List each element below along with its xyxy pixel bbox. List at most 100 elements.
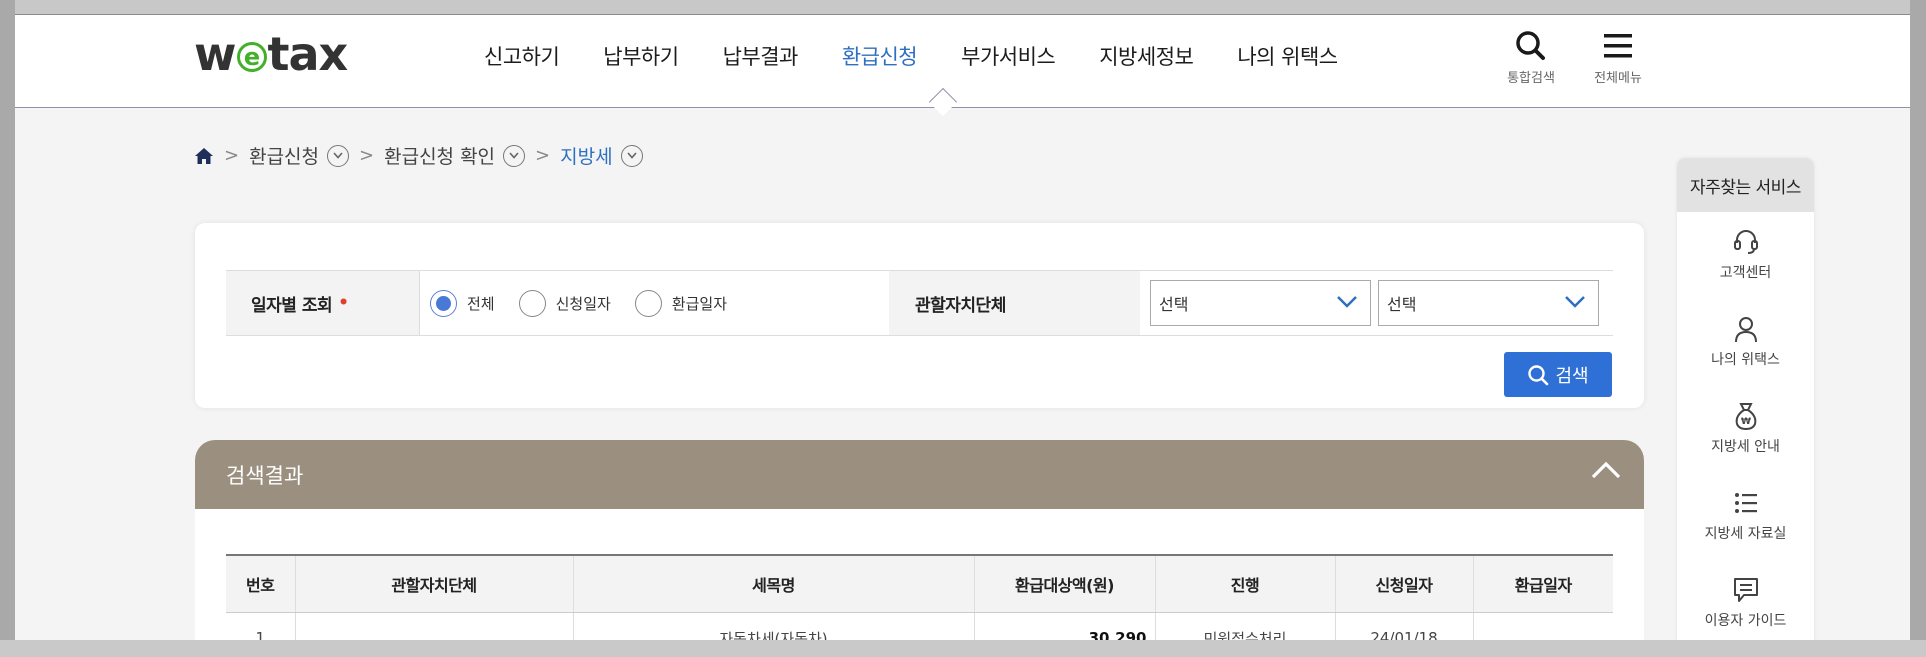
sidebar-item-local-tax-library[interactable]: 지방세 자료실 <box>1677 473 1814 560</box>
search-button-label: 검색 <box>1555 365 1589 387</box>
date-radio-group: 전체 신청일자 환급일자 <box>419 271 889 335</box>
chevron-down-icon <box>1565 296 1585 308</box>
breadcrumb: > 환급신청 > 환급신청 확인 > 지방세 <box>194 142 643 169</box>
search-icon <box>1528 364 1549 385</box>
table-header-row: 번호 관할자치단체 세목명 환급대상액(원) 진행 신청일자 환급일자 <box>226 554 1613 613</box>
chevron-right-icon: > <box>224 145 240 166</box>
required-mark: • <box>338 293 349 313</box>
menu-label: 전체메뉴 <box>1594 71 1642 86</box>
region-selects: 선택 선택 <box>1140 271 1599 335</box>
col-header-apply-date: 신청일자 <box>1334 554 1473 613</box>
all-menu-button[interactable]: 전체메뉴 <box>1583 29 1653 86</box>
results-header: 검색결과 <box>195 440 1644 509</box>
quick-service-sidebar: 자주찾는 서비스 고객센터 나의 위택스 ₩ 지방세 안내 지방세 자료실 이용… <box>1677 158 1814 640</box>
filter-row: 일자별 조회 • 전체 신청일자 환급일자 관할자치단체 선택 선택 <box>226 270 1613 336</box>
col-header-no: 번호 <box>226 554 295 613</box>
nav-item-extra-service[interactable]: 부가서비스 <box>961 41 1056 71</box>
window-frame-bottom <box>0 640 1926 657</box>
region-filter-label-text: 관할자치단체 <box>915 295 1006 316</box>
sidebar-item-label: 이용자 가이드 <box>1704 613 1787 629</box>
breadcrumb-item-refund-check[interactable]: 환급신청 확인 <box>384 142 526 169</box>
radio-label: 환급일자 <box>671 294 728 313</box>
results-title: 검색결과 <box>226 463 304 488</box>
nav-item-pay[interactable]: 납부하기 <box>603 41 679 71</box>
chevron-down-icon <box>1337 296 1357 308</box>
results-panel: 검색결과 번호 관할자치단체 세목명 환급대상액(원) 진행 신청일자 환급일자 <box>195 440 1644 640</box>
col-header-amount: 환급대상액(원) <box>973 554 1155 613</box>
chevron-right-icon: > <box>535 145 551 166</box>
radio-circle-checked[interactable] <box>430 289 457 317</box>
main-nav: 신고하기 납부하기 납부결과 환급신청 부가서비스 지방세정보 나의 위택스 <box>484 41 1382 71</box>
radio-label: 신청일자 <box>555 294 611 313</box>
select-value: 선택 <box>1159 295 1189 314</box>
select-value: 선택 <box>1387 295 1417 314</box>
col-header-region: 관할자치단체 <box>294 554 573 613</box>
logo-w: w <box>194 27 236 81</box>
radio-all[interactable]: 전체 <box>430 289 495 317</box>
col-header-status: 진행 <box>1154 554 1335 613</box>
sidebar-item-customer-center[interactable]: 고객센터 <box>1677 212 1814 299</box>
col-header-refund-date: 환급일자 <box>1472 554 1613 613</box>
nav-item-report[interactable]: 신고하기 <box>484 41 560 71</box>
collapse-toggle[interactable] <box>1590 460 1622 485</box>
sidebar-item-label: 고객센터 <box>1719 265 1772 281</box>
window-frame-top <box>0 0 1926 15</box>
breadcrumb-label: 지방세 <box>560 146 613 168</box>
sidebar-item-local-tax-guide[interactable]: ₩ 지방세 안내 <box>1677 386 1814 473</box>
site-header: w e tax 신고하기 납부하기 납부결과 환급신청 부가서비스 지방세정보 나의… <box>15 15 1910 117</box>
breadcrumb-label: 환급신청 확인 <box>384 146 496 168</box>
chevron-down-icon[interactable] <box>620 144 643 167</box>
chevron-right-icon: > <box>359 145 375 166</box>
col-header-tax-name: 세목명 <box>572 554 974 613</box>
sidebar-item-label: 나의 위택스 <box>1711 352 1780 368</box>
results-table: 번호 관할자치단체 세목명 환급대상액(원) 진행 신청일자 환급일자 1 자동… <box>226 554 1613 640</box>
home-icon[interactable] <box>194 147 214 165</box>
chevron-down-icon[interactable] <box>327 144 350 167</box>
nav-item-refund[interactable]: 환급신청 <box>842 41 918 71</box>
search-button[interactable]: 검색 <box>1504 352 1612 397</box>
cell-apply-date: 24/01/18 <box>1334 612 1473 640</box>
chevron-up-icon <box>1591 461 1621 479</box>
region-select-1[interactable]: 선택 <box>1150 280 1371 326</box>
search-panel: 일자별 조회 • 전체 신청일자 환급일자 관할자치단체 선택 선택 검색 <box>195 223 1644 408</box>
radio-circle[interactable] <box>518 289 546 317</box>
active-nav-caret <box>928 87 958 117</box>
radio-apply-date[interactable]: 신청일자 <box>518 289 611 317</box>
cell-refund-date <box>1472 612 1613 640</box>
date-filter-label: 일자별 조회 • <box>226 271 419 335</box>
cell-no: 1 <box>226 612 295 640</box>
search-label: 통합검색 <box>1507 71 1555 86</box>
nav-item-local-tax-info[interactable]: 지방세정보 <box>1099 41 1194 71</box>
cell-status: 민원접수처리 <box>1154 612 1335 640</box>
headset-icon <box>1733 230 1758 254</box>
chat-bubble-icon <box>1733 578 1758 602</box>
integrated-search-button[interactable]: 통합검색 <box>1496 29 1566 86</box>
logo-e-circle: e <box>236 42 267 72</box>
cell-amount: 30,290 <box>973 612 1155 640</box>
money-bag-icon: ₩ <box>1735 403 1756 430</box>
date-filter-label-text: 일자별 조회 <box>251 295 333 316</box>
list-icon <box>1734 493 1757 513</box>
nav-item-my-wetax[interactable]: 나의 위택스 <box>1237 41 1338 71</box>
cell-region <box>294 612 573 640</box>
radio-refund-date[interactable]: 환급일자 <box>634 289 728 317</box>
sidebar-item-user-guide[interactable]: 이용자 가이드 <box>1677 560 1814 640</box>
window-frame-right <box>1910 0 1926 657</box>
cell-tax-name[interactable]: 자동차세(자동차) <box>572 612 974 640</box>
region-select-2[interactable]: 선택 <box>1378 280 1599 326</box>
logo-tax: tax <box>267 27 349 81</box>
region-filter-label: 관할자치단체 <box>889 271 1140 335</box>
sidebar-item-label: 지방세 자료실 <box>1704 526 1787 542</box>
chevron-down-icon[interactable] <box>503 144 526 167</box>
hamburger-icon <box>1604 34 1632 58</box>
table-row[interactable]: 1 자동차세(자동차) 30,290 민원접수처리 24/01/18 <box>226 612 1613 640</box>
nav-item-pay-result[interactable]: 납부결과 <box>723 41 799 71</box>
breadcrumb-item-local-tax[interactable]: 지방세 <box>560 142 643 169</box>
sidebar-item-label: 지방세 안내 <box>1711 439 1780 455</box>
breadcrumb-item-refund[interactable]: 환급신청 <box>249 142 350 169</box>
wetax-logo[interactable]: w e tax <box>194 27 348 81</box>
sidebar-item-my-wetax[interactable]: 나의 위택스 <box>1677 299 1814 386</box>
search-icon <box>1516 31 1545 60</box>
radio-circle[interactable] <box>634 289 662 317</box>
sidebar-title: 자주찾는 서비스 <box>1677 158 1814 212</box>
